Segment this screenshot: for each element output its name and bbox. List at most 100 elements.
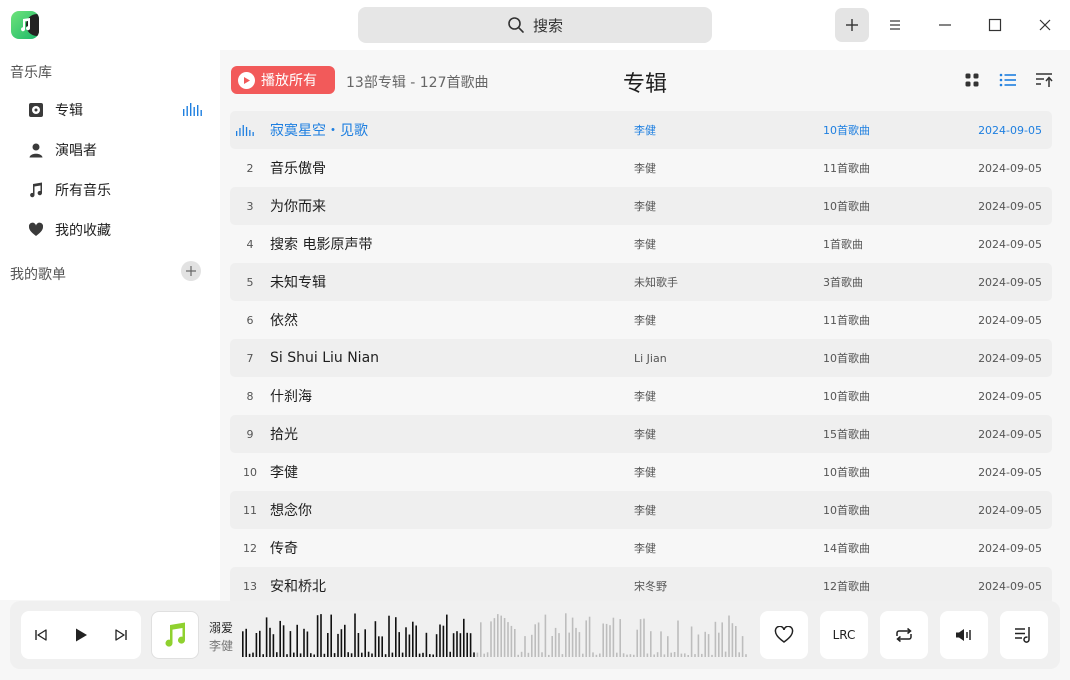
waveform-bar	[415, 625, 417, 657]
album-row[interactable]: 12 传奇 李健 14首歌曲 2024-09-05	[230, 529, 1052, 567]
waveform-bar	[344, 624, 346, 657]
minimize-button[interactable]	[928, 8, 962, 42]
waveform-bar	[469, 633, 472, 657]
album-row[interactable]: 寂寞星空・见歌 李健 10首歌曲 2024-09-05	[230, 111, 1052, 149]
album-name: 李健	[270, 465, 298, 481]
add-playlist-button[interactable]	[181, 261, 201, 281]
waveform-bar	[463, 618, 465, 657]
album-row[interactable]: 11 想念你 李健 10首歌曲 2024-09-05	[230, 491, 1052, 529]
waveform-bar	[286, 654, 288, 657]
grid-view-button[interactable]	[960, 68, 984, 92]
previous-button[interactable]	[34, 628, 48, 642]
album-row[interactable]: 9 拾光 李健 15首歌曲 2024-09-05	[230, 415, 1052, 453]
waveform-bar	[405, 627, 407, 657]
album-row[interactable]: 5 未知专辑 未知歌手 3首歌曲 2024-09-05	[230, 263, 1052, 301]
waveform-bar	[636, 629, 638, 657]
waveform-progress[interactable]	[242, 611, 750, 659]
album-date: 2024-09-05	[978, 237, 1042, 251]
add-button[interactable]	[835, 8, 869, 42]
sidebar-item-favorites[interactable]: 我的收藏	[0, 212, 220, 248]
waveform-bar	[707, 634, 710, 657]
waveform-bar	[347, 652, 349, 657]
waveform-bar	[663, 654, 666, 657]
sort-button[interactable]	[1032, 68, 1056, 92]
close-icon	[1039, 19, 1051, 31]
play-icon	[75, 628, 87, 642]
album-row[interactable]: 6 依然 李健 11首歌曲 2024-09-05	[230, 301, 1052, 339]
album-date: 2024-09-05	[978, 199, 1042, 213]
sidebar-item-artists[interactable]: 演唱者	[0, 132, 220, 168]
waveform-bar	[330, 614, 332, 657]
waveform-bar	[548, 654, 550, 657]
waveform-bar	[701, 653, 703, 657]
album-name: 想念你	[270, 503, 312, 519]
sidebar-item-albums[interactable]: 专辑	[0, 92, 220, 128]
album-cover[interactable]	[151, 611, 199, 659]
album-name: 拾光	[270, 427, 298, 443]
heart-icon	[27, 221, 45, 239]
search-input[interactable]: 搜索	[358, 7, 712, 43]
album-index: 9	[246, 427, 254, 441]
waveform-bar	[622, 653, 625, 657]
now-playing-artist: 李健	[209, 639, 234, 653]
maximize-button[interactable]	[978, 8, 1012, 42]
play-all-button[interactable]: 播放所有	[231, 66, 335, 94]
waveform-bar	[418, 653, 421, 657]
next-button[interactable]	[114, 628, 128, 642]
album-row[interactable]: 3 为你而来 李健 10首歌曲 2024-09-05	[230, 187, 1052, 225]
album-artist: 李健	[634, 200, 656, 213]
volume-button[interactable]	[940, 611, 988, 659]
waveform-bar	[738, 652, 740, 657]
waveform-bar	[656, 652, 659, 657]
search-placeholder: 搜索	[532, 16, 563, 35]
playlist-queue-button[interactable]	[1000, 611, 1048, 659]
repeat-button[interactable]	[880, 611, 928, 659]
album-row[interactable]: 10 李健 李健 10首歌曲 2024-09-05	[230, 453, 1052, 491]
favorite-button[interactable]	[760, 611, 808, 659]
waveform-bar	[316, 615, 319, 657]
waveform-bar	[673, 652, 676, 657]
waveform-bar	[667, 636, 669, 657]
album-song-count: 10首歌曲	[823, 352, 870, 365]
album-row[interactable]: 4 搜索 电影原声带 李健 1首歌曲 2024-09-05	[230, 225, 1052, 263]
waveform-bar	[690, 626, 693, 657]
waveform-bar	[350, 653, 353, 657]
waveform-bar	[272, 634, 275, 657]
album-artist: 李健	[634, 314, 656, 327]
list-view-button[interactable]	[996, 68, 1020, 92]
waveform-bar	[262, 654, 264, 657]
album-row[interactable]: 8 什刹海 李健 10首歌曲 2024-09-05	[230, 377, 1052, 415]
album-row[interactable]: 13 安和桥北 宋冬野 12首歌曲 2024-09-05	[230, 567, 1052, 605]
waveform-bar	[364, 629, 366, 657]
album-name: 什刹海	[270, 389, 312, 405]
waveform-bar	[731, 623, 734, 657]
minimize-icon	[939, 24, 951, 26]
waveform-bar	[697, 634, 700, 657]
waveform-bar	[694, 654, 696, 657]
album-date: 2024-09-05	[978, 427, 1042, 441]
menu-button[interactable]	[878, 8, 912, 42]
lyrics-button[interactable]: LRC	[820, 611, 868, 659]
waveform-bar	[296, 624, 298, 657]
waveform-bar	[276, 652, 278, 657]
album-index: 3	[246, 199, 254, 213]
waveform-bar	[568, 632, 570, 657]
close-button[interactable]	[1028, 8, 1062, 42]
waveform-bar	[306, 631, 309, 657]
album-row[interactable]: 2 音乐傲骨 李健 11首歌曲 2024-09-05	[230, 149, 1052, 187]
album-date: 2024-09-05	[978, 579, 1042, 593]
playlists-section-title: 我的歌单	[10, 267, 66, 283]
play-circle-icon	[238, 71, 255, 89]
play-button[interactable]	[73, 627, 89, 643]
sidebar-item-all-music[interactable]: 所有音乐	[0, 172, 220, 208]
sidebar: 音乐库 专辑 演唱者 所有音乐 我的收藏 我的歌单	[0, 50, 220, 600]
waveform-bar	[619, 619, 621, 657]
album-row[interactable]: 7 Si Shui Liu Nian Li Jian 10首歌曲 2024-09…	[230, 339, 1052, 377]
album-name: Si Shui Liu Nian	[270, 350, 380, 366]
waveform-bar	[449, 651, 451, 657]
waveform-bar	[741, 636, 744, 657]
album-artist: 李健	[634, 466, 656, 479]
album-song-count: 10首歌曲	[823, 200, 870, 213]
waveform-bar	[629, 654, 632, 657]
waveform-bar	[575, 627, 577, 657]
